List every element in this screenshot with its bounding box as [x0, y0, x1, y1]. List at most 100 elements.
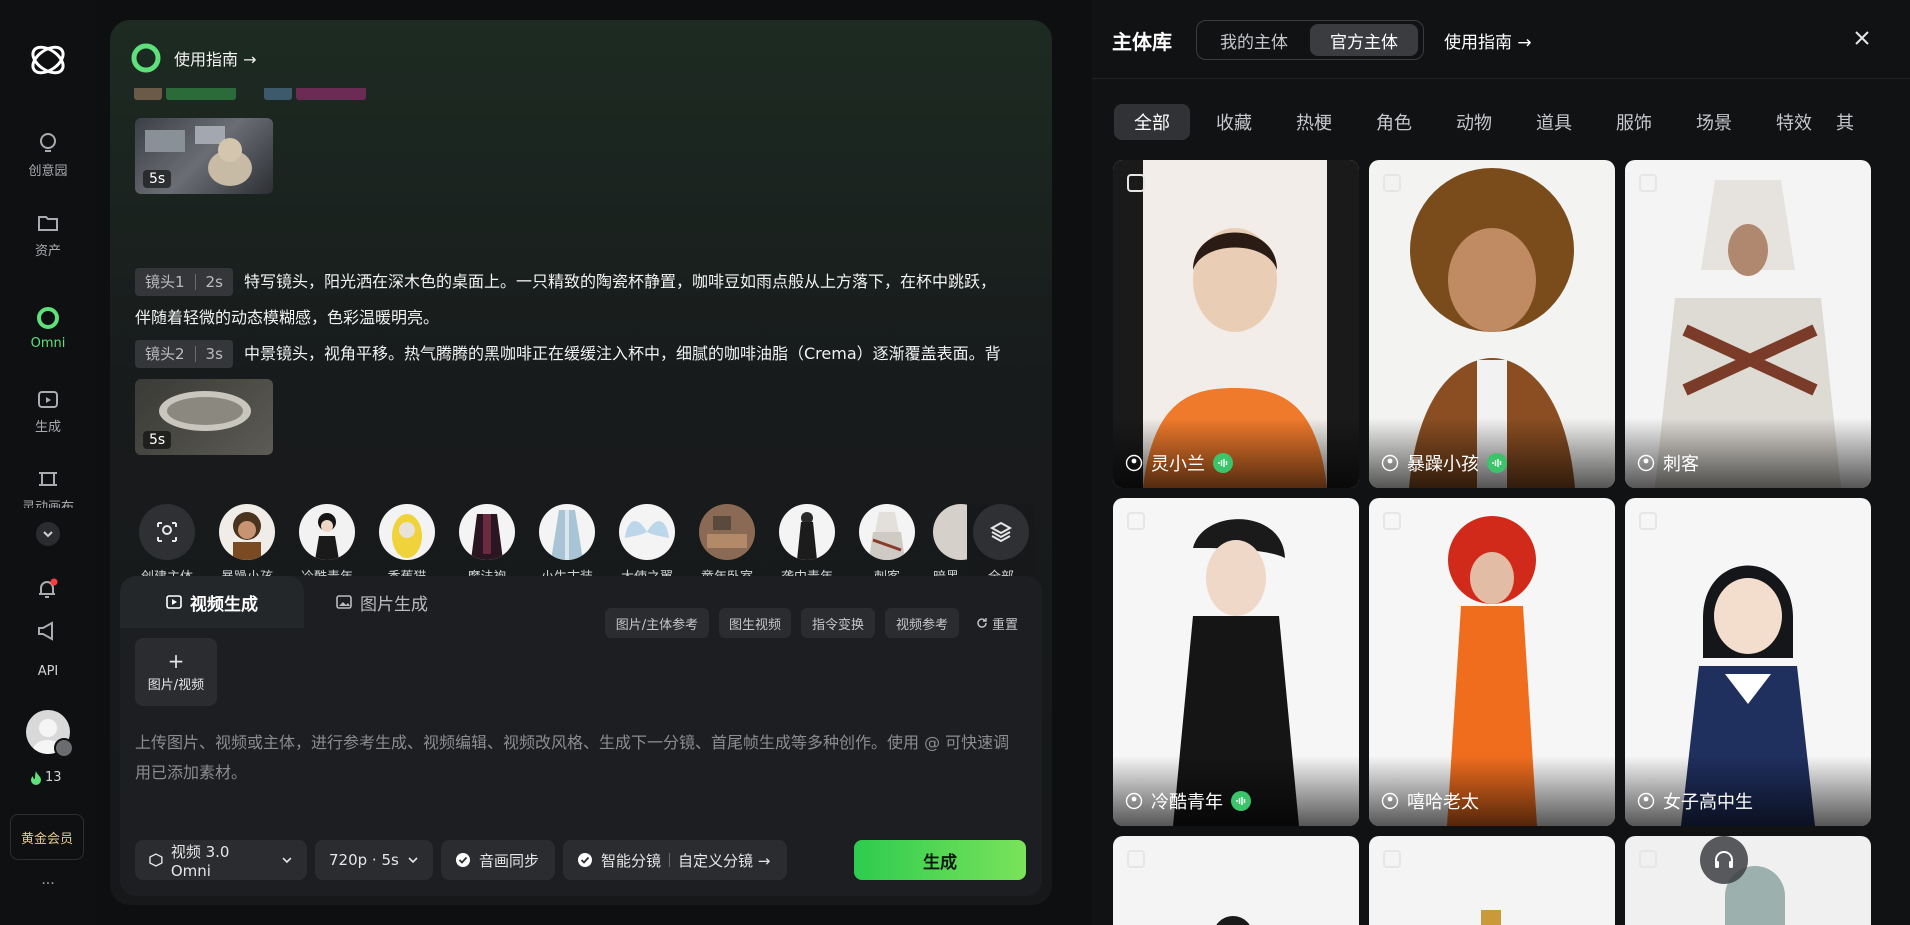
sidebar-item-label: 创意园	[28, 164, 68, 179]
subject-avatar[interactable]: 魔法袍	[453, 504, 521, 585]
shot-tag[interactable]: 镜头2 3s	[135, 340, 233, 368]
subject-avatar[interactable]: 香蕉猫	[373, 504, 441, 585]
sidebar-item-creative[interactable]: 创意园	[0, 132, 96, 179]
subject-card[interactable]	[1625, 836, 1871, 925]
sidebar-item-omni[interactable]: Omni	[0, 306, 96, 351]
omni-main-panel: 使用指南 → 5s 镜头1 2s 特写镜头，阳光洒在深木色的桌面上。一只精致的陶瓷…	[110, 20, 1052, 905]
subject-avatar[interactable]: 刺客	[853, 504, 921, 585]
category-props[interactable]: 道具	[1516, 104, 1592, 140]
sidebar-item-generate[interactable]: 生成	[0, 388, 96, 435]
category-all[interactable]: 全部	[1114, 104, 1190, 140]
chip-image-to-video[interactable]: 图生视频	[719, 608, 791, 638]
guide-link[interactable]: 使用指南 →	[130, 42, 257, 74]
category-favorites[interactable]: 收藏	[1196, 104, 1272, 140]
shot-thumbnail-cup[interactable]: 5s	[135, 379, 273, 455]
select-checkbox[interactable]	[1383, 174, 1401, 192]
subject-avatar[interactable]: 大使之翼	[613, 504, 681, 585]
chip-video-reference[interactable]: 视频参考	[885, 608, 959, 638]
custom-split-link[interactable]: 自定义分镜 →	[678, 850, 770, 871]
chip-instruction-transform[interactable]: 指令变换	[801, 608, 875, 638]
create-subject-button[interactable]: 创建主体	[133, 504, 201, 585]
cube-icon	[149, 853, 163, 867]
switch-account-icon[interactable]	[54, 738, 74, 758]
more-button[interactable]: ···	[0, 876, 96, 892]
support-button[interactable]	[1700, 836, 1748, 884]
category-memes[interactable]: 热梗	[1276, 104, 1352, 140]
member-badge[interactable]: 黄金会员	[10, 814, 84, 860]
smart-split-toggle[interactable]: 智能分镜 自定义分镜 →	[563, 840, 787, 880]
subject-avatar[interactable]: 冷酷青年	[293, 504, 361, 585]
model-select[interactable]: 视频 3.0 Omni	[135, 840, 307, 880]
person-badge-icon	[1381, 792, 1399, 810]
all-subjects-button[interactable]: 全部	[967, 504, 1035, 585]
tab-official-subjects[interactable]: 官方主体	[1310, 24, 1418, 56]
tab-image-generation[interactable]: 图片生成	[336, 576, 476, 628]
tab-my-subjects[interactable]: 我的主体	[1204, 24, 1304, 56]
subject-avatar[interactable]: 袭中青年	[773, 504, 841, 585]
shot-thumbnail-cat[interactable]: 5s	[135, 118, 273, 194]
category-scenes[interactable]: 场景	[1676, 104, 1752, 140]
announcement-button[interactable]	[36, 620, 58, 646]
check-circle-icon	[456, 853, 470, 867]
subject-card[interactable]	[1113, 836, 1359, 925]
select-checkbox[interactable]	[1127, 850, 1145, 868]
bell-icon	[39, 578, 58, 598]
category-effects[interactable]: 特效	[1756, 104, 1832, 140]
category-other[interactable]: 其	[1836, 104, 1864, 140]
canvas-icon	[39, 472, 57, 486]
prompt-input[interactable]: 上传图片、视频或主体，进行参考生成、视频编辑、视频改风格、生成下一分镜、首尾帧生…	[135, 728, 1035, 788]
shot-2-text: 中景镜头，视角平移。热气腾腾的黑咖啡正在缓缓注入杯中，细腻的咖啡油脂（Crema…	[244, 344, 1001, 363]
voice-icon	[1231, 791, 1251, 811]
person-badge-icon	[1381, 454, 1399, 472]
check-circle-icon	[578, 853, 592, 867]
select-checkbox[interactable]	[1383, 850, 1401, 868]
reset-button[interactable]: 重置	[976, 608, 1018, 638]
divider	[1092, 78, 1910, 79]
select-checkbox[interactable]	[1127, 512, 1145, 530]
category-animals[interactable]: 动物	[1436, 104, 1512, 140]
left-sidebar: 创意园 资产 Omni 生成 灵动画布 API 13 黄金会员 ···	[0, 0, 96, 925]
sidebar-item-canvas[interactable]: 灵动画布	[0, 468, 96, 508]
subject-avatar[interactable]: 暴躁小孩	[213, 504, 281, 585]
select-checkbox[interactable]	[1383, 512, 1401, 530]
sidebar-item-label: 生成	[34, 420, 61, 435]
library-guide-link[interactable]: 使用指南 →	[1444, 28, 1532, 53]
expand-button[interactable]	[36, 522, 60, 546]
category-clothing[interactable]: 服饰	[1596, 104, 1672, 140]
audio-sync-toggle[interactable]: 音画同步	[441, 840, 555, 880]
headset-icon	[1715, 851, 1733, 868]
generate-icon	[38, 391, 58, 408]
subject-avatar[interactable]: 童年卧室	[693, 504, 761, 585]
chip-image-subject-ref[interactable]: 图片/主体参考	[605, 608, 709, 638]
subject-card[interactable]: 女子高中生	[1625, 498, 1871, 826]
select-checkbox[interactable]	[1127, 174, 1145, 192]
shot-1-text: 特写镜头，阳光洒在深木色的桌面上。一只精致的陶瓷杯静置，咖啡豆如雨点般从上方落下…	[244, 272, 997, 291]
shot-2-block[interactable]: 镜头2 3s 中景镜头，视角平移。热气腾腾的黑咖啡正在缓缓注入杯中，细腻的咖啡油脂…	[135, 336, 1035, 372]
shot-tag[interactable]: 镜头1 2s	[135, 268, 233, 296]
sidebar-item-label: 灵动画布	[21, 500, 74, 508]
sidebar-item-api[interactable]: API	[0, 664, 96, 679]
close-button[interactable]	[1852, 28, 1872, 52]
subject-card[interactable]	[1369, 836, 1615, 925]
select-checkbox[interactable]	[1639, 850, 1657, 868]
category-characters[interactable]: 角色	[1356, 104, 1432, 140]
close-icon	[1855, 31, 1869, 45]
subject-avatar[interactable]: 小生古装	[533, 504, 601, 585]
generate-button[interactable]: 生成	[854, 840, 1026, 880]
select-checkbox[interactable]	[1639, 174, 1657, 192]
select-checkbox[interactable]	[1639, 512, 1657, 530]
app-logo[interactable]	[26, 38, 70, 86]
notification-button[interactable]	[36, 578, 58, 604]
sidebar-item-assets[interactable]: 资产	[0, 212, 96, 259]
omni-logo-icon	[131, 43, 161, 73]
subject-card[interactable]: 灵小兰	[1113, 160, 1359, 488]
subject-card[interactable]: 冷酷青年	[1113, 498, 1359, 826]
subject-card[interactable]: 暴躁小孩	[1369, 160, 1615, 488]
person-badge-icon	[1637, 792, 1655, 810]
subject-card[interactable]: 嘻哈老太	[1369, 498, 1615, 826]
upload-media-button[interactable]: + 图片/视频	[135, 638, 217, 706]
shot-1-block[interactable]: 镜头1 2s 特写镜头，阳光洒在深木色的桌面上。一只精致的陶瓷杯静置，咖啡豆如雨点…	[135, 264, 1035, 336]
tab-video-generation[interactable]: 视频生成	[120, 576, 304, 628]
resolution-duration-select[interactable]: 720p · 5s	[315, 840, 433, 880]
subject-card[interactable]: 刺客	[1625, 160, 1871, 488]
